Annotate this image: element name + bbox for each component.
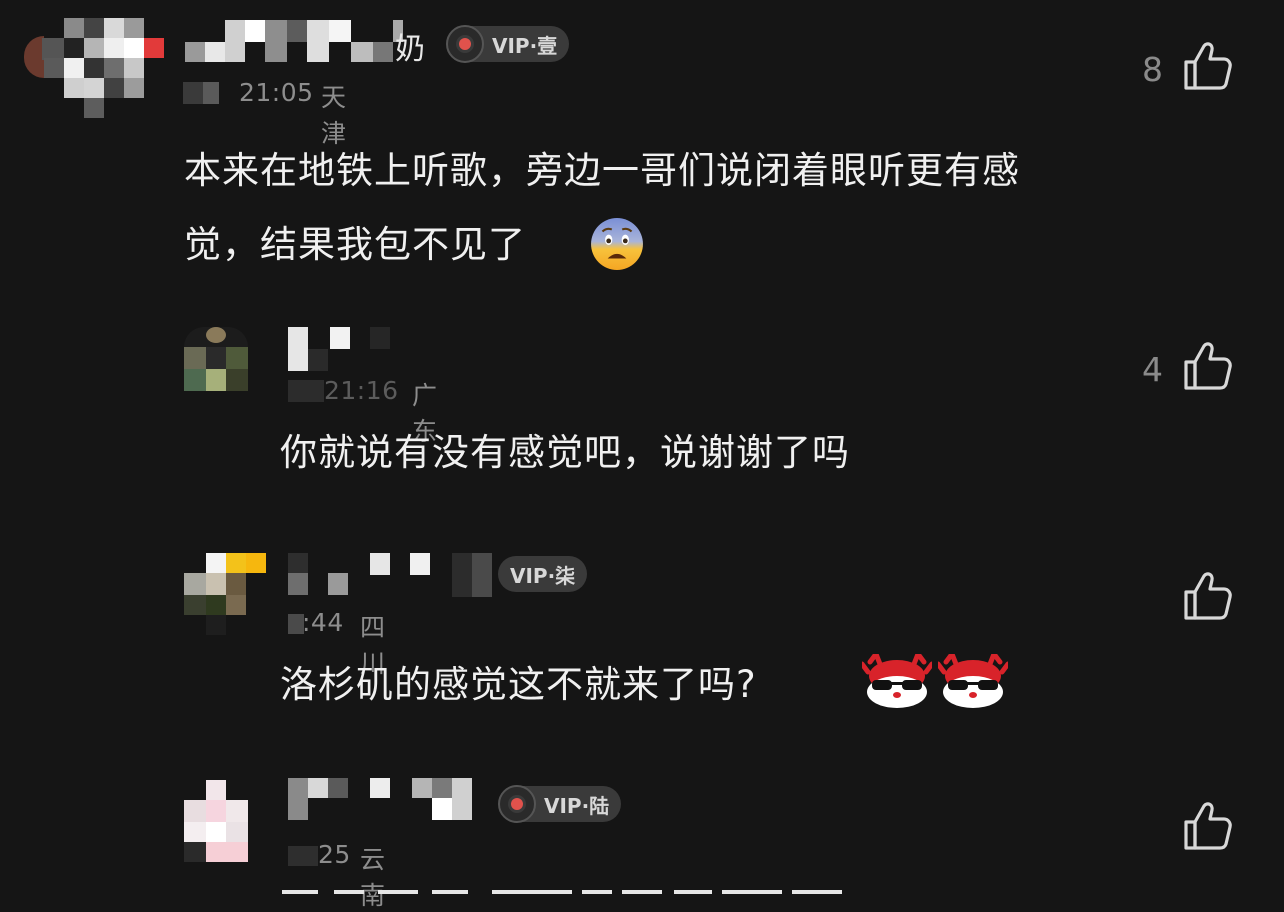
comment-time: 21:16 [324, 376, 399, 405]
vip-badge[interactable]: VIP·柒 [498, 556, 588, 592]
username[interactable]: 奶 [185, 20, 445, 67]
reply-text: 洛杉矶的感觉这不就来了吗? [280, 663, 757, 706]
thumbs-up-icon[interactable] [1182, 800, 1234, 852]
comment-time: 25 [318, 840, 351, 869]
avatar[interactable] [184, 553, 268, 637]
username[interactable] [288, 553, 498, 597]
reply-text-cutoff [282, 890, 852, 899]
vip-badge[interactable]: VIP·壹 [446, 25, 570, 63]
vip-label: VIP·壹 [492, 33, 558, 58]
comment-time: 21:05 [239, 78, 314, 107]
comment-location: 云南 [360, 845, 386, 910]
vip-label: VIP·陆 [544, 793, 610, 818]
comment-text-line: 觉，结果我包不见了 [184, 223, 526, 266]
username[interactable] [288, 327, 398, 371]
avatar[interactable] [184, 780, 250, 864]
comment-time: :44 [302, 608, 344, 637]
like-count: 4 [1142, 350, 1163, 389]
vip-label: VIP·柒 [510, 563, 576, 588]
vinyl-disc-icon [498, 785, 536, 823]
like-count: 8 [1142, 50, 1163, 89]
avatar[interactable] [184, 327, 248, 391]
username[interactable] [288, 778, 488, 822]
fearful-face-emoji [591, 218, 643, 270]
avatar[interactable] [24, 18, 174, 128]
cool-crab-sticker [938, 654, 1008, 708]
cool-crab-sticker [862, 654, 932, 708]
vinyl-disc-icon [446, 25, 484, 63]
comment-text-line: 本来在地铁上听歌，旁边一哥们说闭着眼听更有感 [184, 149, 1020, 192]
reply-text: 你就说有没有感觉吧，说谢谢了吗 [280, 431, 850, 474]
username-tail: 奶 [395, 32, 425, 67]
thumbs-up-icon[interactable] [1182, 340, 1234, 392]
thumbs-up-icon[interactable] [1182, 40, 1234, 92]
vip-badge[interactable]: VIP·陆 [498, 785, 622, 823]
thumbs-up-icon[interactable] [1182, 570, 1234, 622]
